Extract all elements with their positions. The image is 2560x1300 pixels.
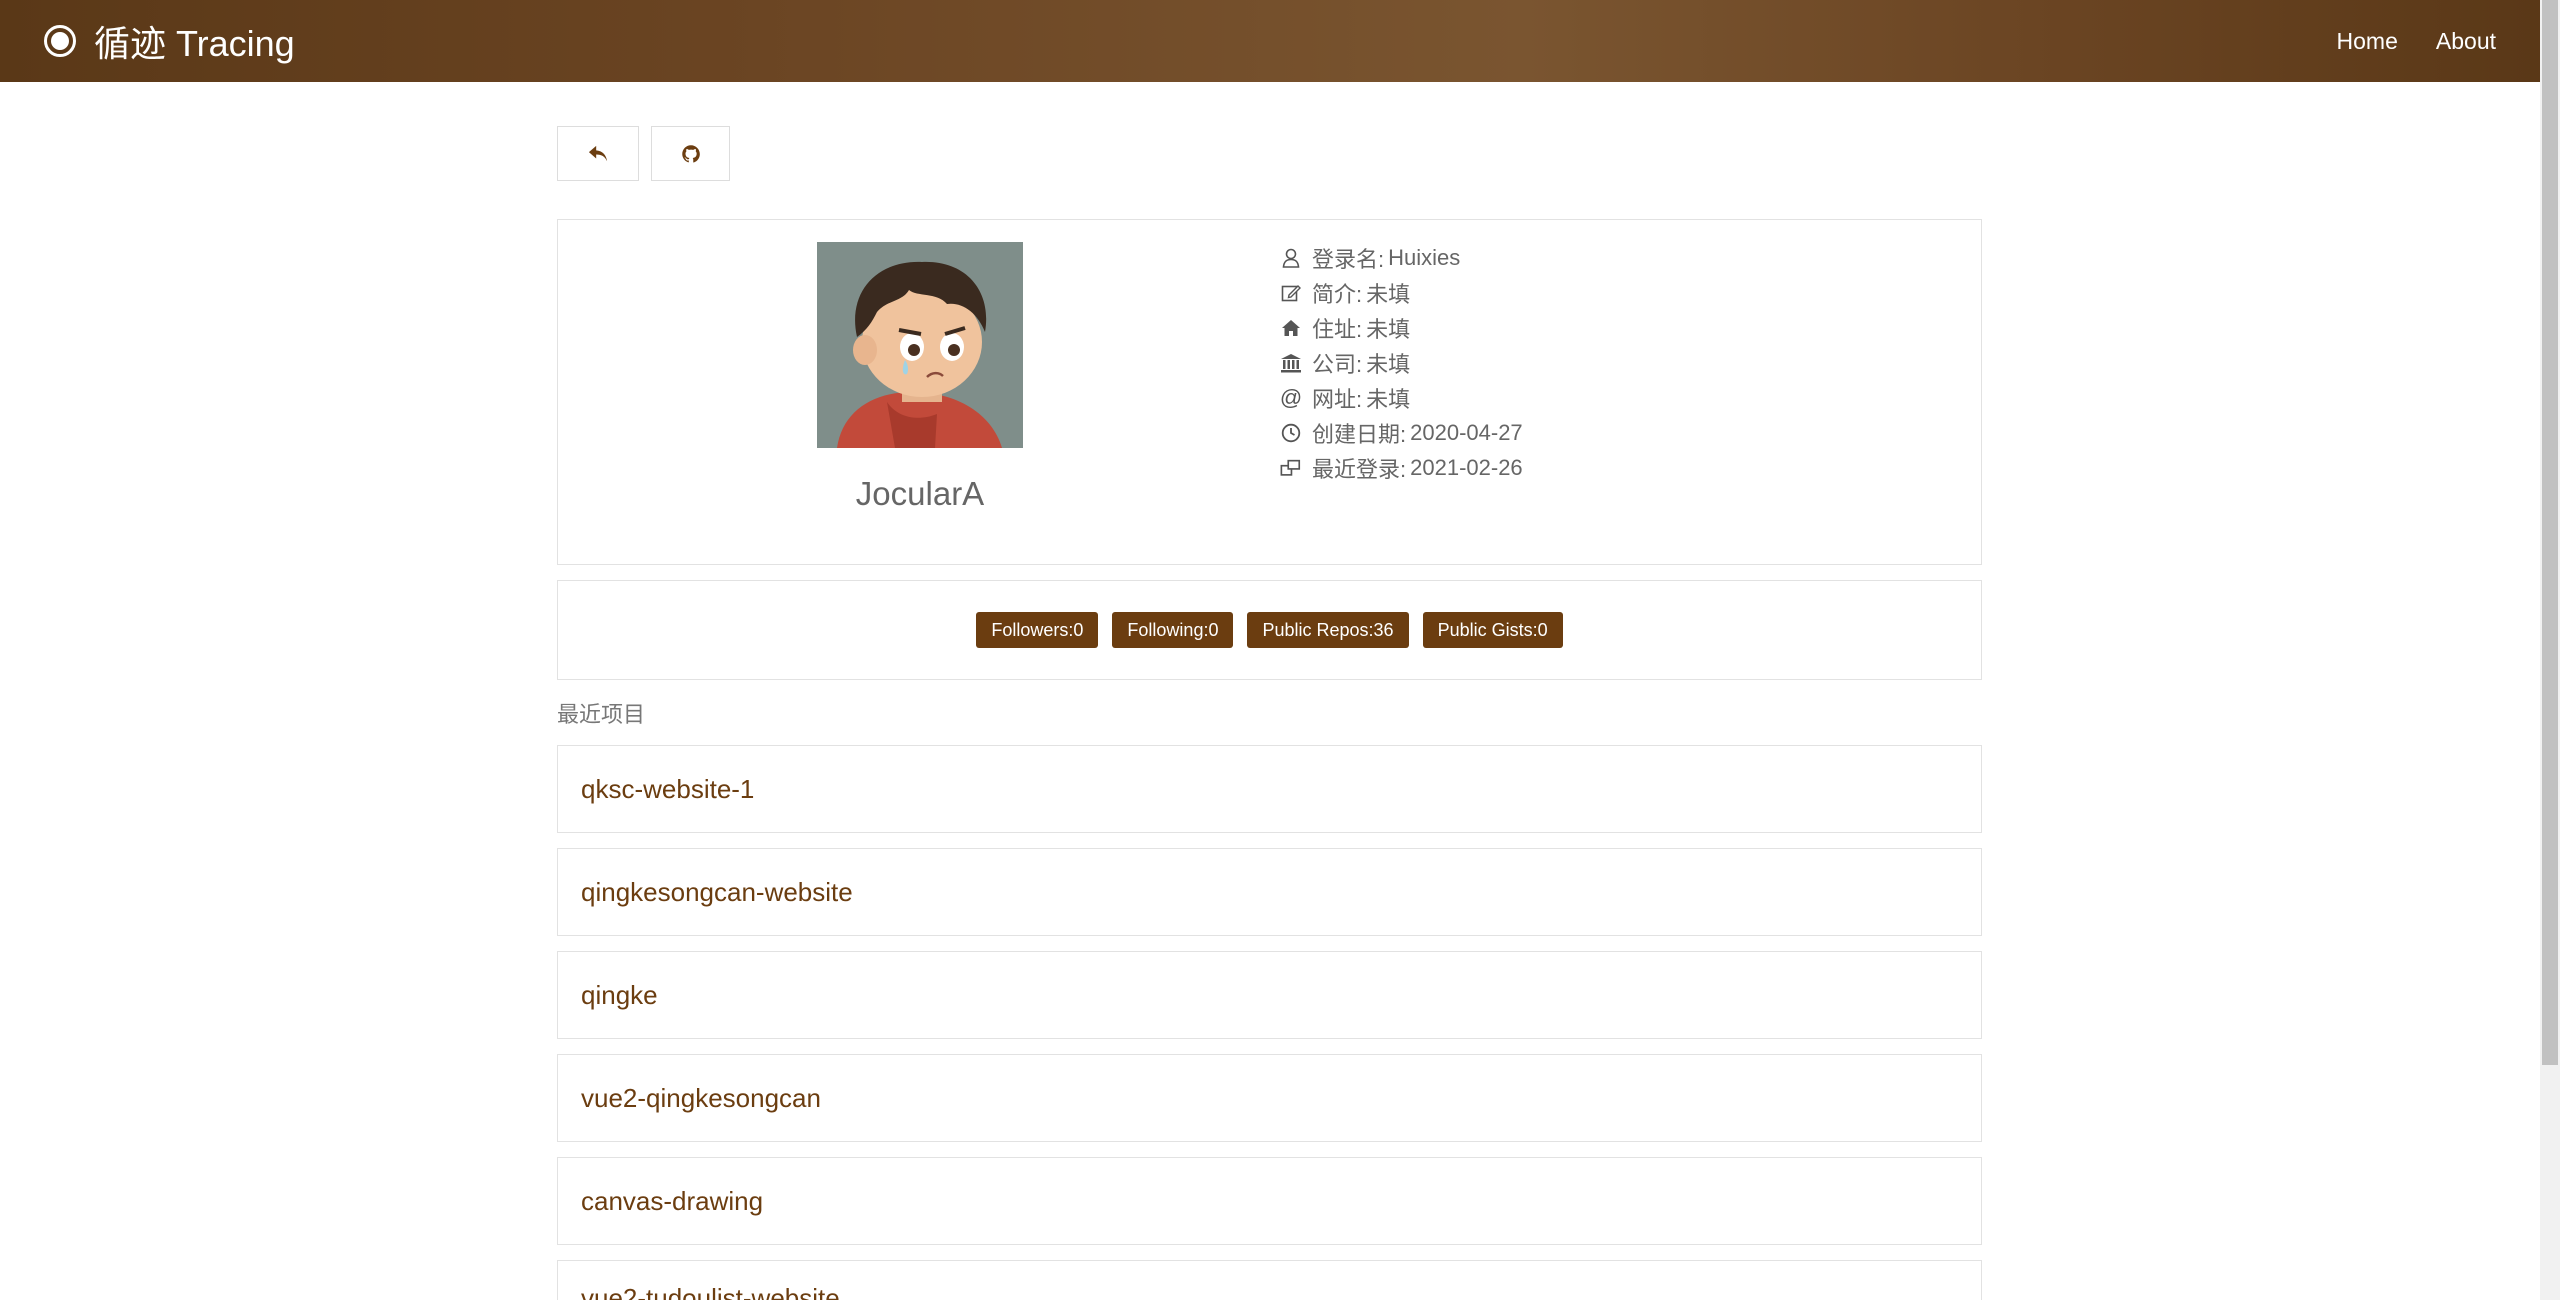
info-label: 住址: (1312, 316, 1363, 342)
nav-home-link[interactable]: Home (2337, 28, 2398, 55)
bank-icon (1280, 352, 1302, 374)
info-value: 未填 (1366, 281, 1411, 307)
public-repos-badge[interactable]: Public Repos:36 (1247, 612, 1409, 648)
github-icon (681, 144, 700, 163)
repo-item[interactable]: vue2-tudoulist-website (557, 1260, 1982, 1300)
info-address: 住址: 未填 (1280, 310, 1523, 345)
profile-info-list: 登录名: Huixies 简介: 未填 住址: 未填 公司: 未填 @ 网址: … (1280, 240, 1523, 485)
info-label: 最近登录: (1312, 456, 1407, 482)
repo-name[interactable]: vue2-qingkesongcan (581, 1083, 821, 1114)
login-icon (1280, 457, 1302, 479)
info-value: Huixies (1388, 244, 1461, 270)
info-company: 公司: 未填 (1280, 345, 1523, 380)
nav-about-link[interactable]: About (2436, 28, 2496, 55)
info-label: 登录名: (1312, 246, 1385, 272)
profile-username: JocularA (855, 475, 985, 512)
repo-item[interactable]: qksc-website-1 (557, 745, 1982, 833)
info-login: 登录名: Huixies (1280, 240, 1523, 275)
info-last-login: 最近登录: 2021-02-26 (1280, 450, 1523, 485)
home-icon (1280, 317, 1302, 339)
clock-icon (1280, 422, 1302, 444)
info-value: 未填 (1366, 316, 1411, 342)
info-label: 公司: (1312, 351, 1363, 377)
repo-name[interactable]: qingke (581, 980, 658, 1011)
following-badge[interactable]: Following:0 (1112, 612, 1234, 648)
nav-links: Home About (2337, 28, 2496, 55)
scrollbar-thumb[interactable] (2542, 0, 2558, 1065)
public-gists-badge[interactable]: Public Gists:0 (1422, 612, 1563, 648)
info-value: 未填 (1366, 386, 1411, 412)
info-website: @ 网址: 未填 (1280, 380, 1523, 415)
at-icon: @ (1279, 384, 1303, 410)
followers-badge[interactable]: Followers:0 (976, 612, 1099, 648)
repo-name[interactable]: qksc-website-1 (581, 774, 754, 805)
profile-card: JocularA 登录名: Huixies 简介: 未填 住址: 未填 公司: … (557, 219, 1982, 565)
repo-item[interactable]: qingke (557, 951, 1982, 1039)
repo-item[interactable]: canvas-drawing (557, 1157, 1982, 1245)
info-created: 创建日期: 2020-04-27 (1280, 415, 1523, 450)
repo-item[interactable]: qingkesongcan-website (557, 848, 1982, 936)
action-row (557, 126, 730, 181)
back-button[interactable] (557, 126, 639, 181)
repo-item[interactable]: vue2-qingkesongcan (557, 1054, 1982, 1142)
stats-card: Followers:0 Following:0 Public Repos:36 … (557, 580, 1982, 680)
edit-icon (1280, 282, 1302, 304)
navbar: 循迹 Tracing Home About (0, 0, 2540, 82)
brand-link[interactable]: 循迹 Tracing (44, 15, 295, 67)
repo-name[interactable]: qingkesongcan-website (581, 877, 853, 908)
info-value: 未填 (1366, 351, 1411, 377)
recent-projects-title: 最近项目 (557, 702, 646, 727)
record-icon (44, 25, 76, 57)
info-value: 2020-04-27 (1410, 419, 1523, 445)
info-label: 创建日期: (1312, 421, 1407, 447)
brand-title: 循迹 Tracing (94, 23, 295, 64)
page-scrollbar[interactable] (2540, 0, 2560, 1300)
user-icon (1280, 247, 1302, 269)
info-label: 简介: (1312, 281, 1363, 307)
repo-name[interactable]: vue2-tudoulist-website (581, 1283, 840, 1300)
info-bio: 简介: 未填 (1280, 275, 1523, 310)
info-label: 网址: (1312, 386, 1363, 412)
reply-icon (588, 145, 608, 161)
info-value: 2021-02-26 (1410, 454, 1523, 480)
avatar (817, 242, 1023, 448)
github-button[interactable] (651, 126, 730, 181)
repo-name[interactable]: canvas-drawing (581, 1186, 763, 1217)
